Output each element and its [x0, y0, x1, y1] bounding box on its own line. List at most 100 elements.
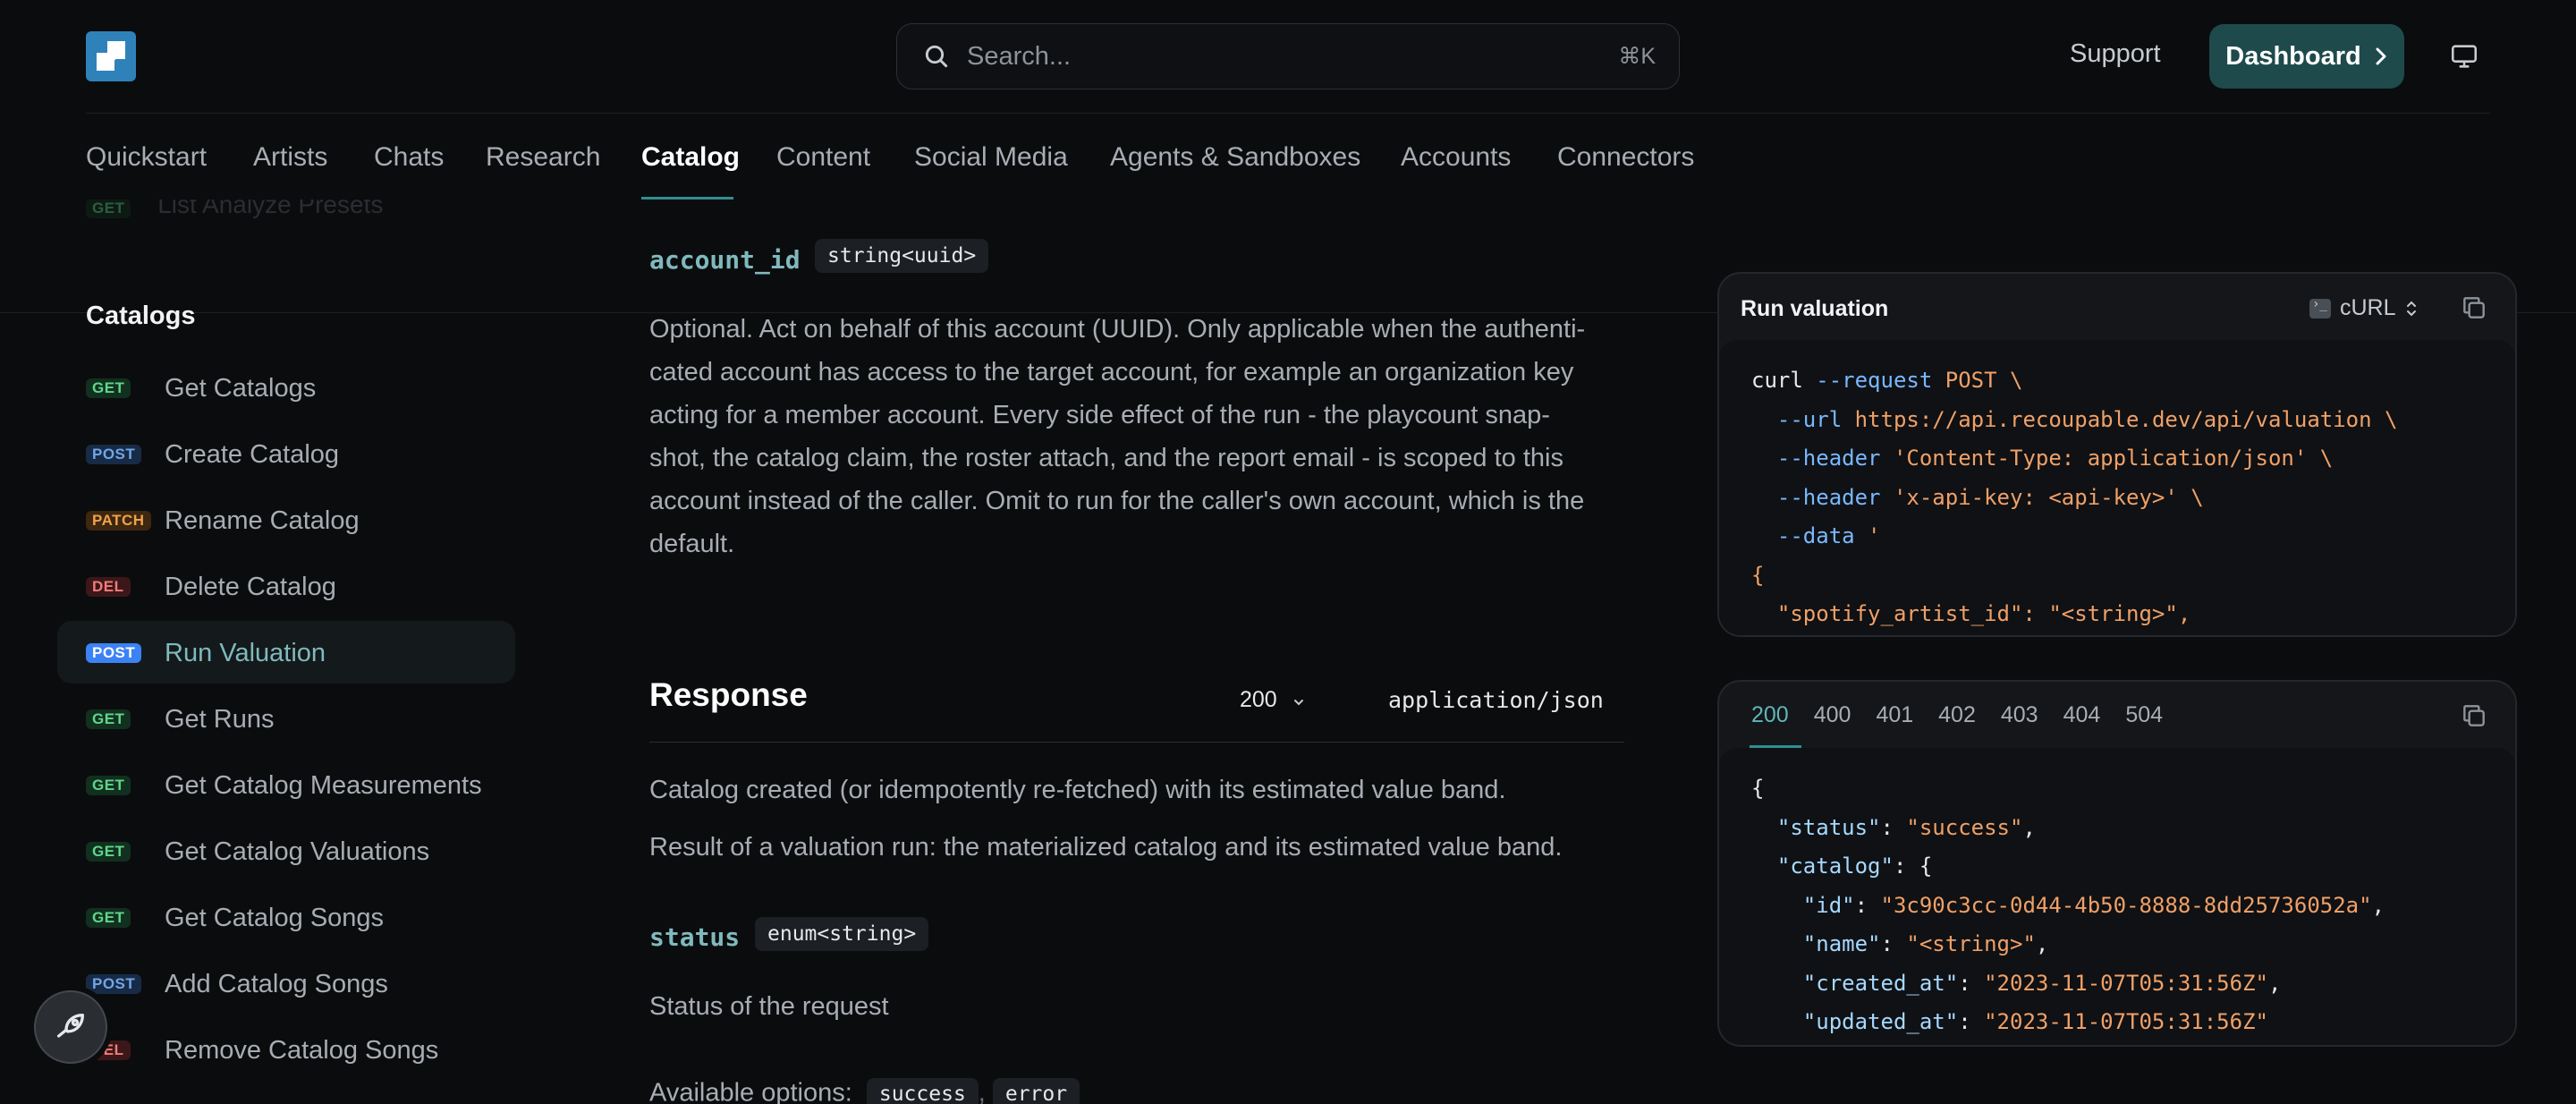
copy-icon[interactable] — [2460, 293, 2488, 322]
code-line: "id": "3c90c3cc-0d44-4b50-8888-8dd257360… — [1751, 887, 2515, 926]
sidebar-section-title: Catalogs — [86, 301, 196, 330]
code-line: --data ' — [1751, 517, 2515, 556]
sidebar-item-get-catalog-valuations[interactable]: GET Get Catalog Valuations — [57, 820, 515, 882]
code-token: : — [1854, 892, 1881, 918]
logo[interactable] — [86, 31, 136, 81]
tab-status-200[interactable]: 200 — [1719, 682, 1801, 748]
tab-research[interactable]: Research — [486, 142, 600, 173]
tab-status-401[interactable]: 401 — [1863, 682, 1926, 748]
response-code-select[interactable]: 200 — [1240, 687, 1305, 713]
tab-artists[interactable]: Artists — [253, 142, 327, 173]
tab-agents-sandboxes[interactable]: Agents & Sandboxes — [1110, 142, 1360, 173]
description-line: default. — [649, 530, 735, 558]
code-line: "name": "<string>", — [1751, 925, 2515, 964]
request-panel-title: Run valuation — [1741, 296, 1889, 321]
sidebar-item-label: Get Catalogs — [165, 374, 317, 403]
language-select[interactable]: cURL — [2309, 295, 2418, 321]
code-token: curl — [1751, 368, 1817, 393]
option-chip: error — [992, 1078, 1080, 1104]
response-code-value: 200 — [1240, 687, 1277, 712]
sidebar-item-rename-catalog[interactable]: PATCH Rename Catalog — [57, 488, 515, 551]
tab-status-402[interactable]: 402 — [1926, 682, 1988, 748]
status-field-description: Status of the request — [649, 992, 889, 1021]
sidebar-item-label: List Analyze Presets — [157, 200, 384, 218]
assistant-launcher-button[interactable] — [34, 990, 107, 1064]
code-token: "created_at" — [1751, 970, 1959, 996]
tab-status-400[interactable]: 400 — [1801, 682, 1864, 748]
method-badge: GET — [86, 776, 131, 795]
available-options-label: Available options: — [649, 1078, 852, 1104]
method-badge: GET — [86, 842, 131, 862]
description-line: shot, the catalog claim, the roster atta… — [649, 444, 1563, 472]
tab-accounts[interactable]: Accounts — [1401, 142, 1511, 173]
code-line: "updated_at": "2023-11-07T05:31:56Z" — [1751, 1003, 2515, 1042]
code-token: { — [1751, 562, 1765, 588]
code-token: --header — [1751, 446, 1881, 471]
response-description: Catalog created (or idempotently re-fetc… — [649, 776, 1506, 804]
description-line: Optional. Act on behalf of this account … — [649, 315, 1586, 344]
nav-tabs: Quickstart Artists Chats Research Catalo… — [0, 114, 2576, 313]
description-line: acting for a member account. Every side … — [649, 401, 1550, 429]
top-header: Search... ⌘K Support Dashboard — [0, 0, 2576, 113]
method-badge: DEL — [86, 577, 131, 597]
dashboard-button[interactable]: Dashboard — [2209, 24, 2404, 89]
sidebar-item-remove-catalog-songs[interactable]: DEL Remove Catalog Songs — [57, 1018, 515, 1081]
search-input[interactable]: Search... ⌘K — [896, 23, 1680, 89]
param-type: string<uuid> — [815, 239, 989, 273]
code-token: POST \ — [1932, 368, 2023, 393]
sidebar: GET List Analyze Presets Catalogs GET Ge… — [0, 200, 537, 1104]
sidebar-item-label: Get Runs — [165, 705, 275, 734]
option-chip: success — [866, 1078, 979, 1104]
sidebar-item-get-catalog-measurements[interactable]: GET Get Catalog Measurements — [57, 753, 515, 816]
sidebar-item-label: Remove Catalog Songs — [165, 1036, 439, 1065]
tab-social-media[interactable]: Social Media — [914, 142, 1068, 173]
code-token: "success" — [1906, 814, 2023, 840]
response-content-type: application/json — [1388, 687, 1604, 713]
dashboard-button-label: Dashboard — [2225, 41, 2361, 71]
tab-connectors[interactable]: Connectors — [1557, 142, 1694, 173]
code-token: : { — [1893, 853, 1933, 879]
method-badge: GET — [86, 200, 131, 218]
chevron-updown-icon — [2406, 301, 2416, 316]
support-link[interactable]: Support — [2070, 39, 2161, 69]
tab-status-404[interactable]: 404 — [2051, 682, 2114, 748]
monitor-icon[interactable] — [2449, 41, 2479, 72]
tab-catalog[interactable]: Catalog — [641, 142, 740, 173]
response-result-description: Result of a valuation run: the materiali… — [649, 833, 1563, 862]
sidebar-item-delete-catalog[interactable]: DEL Delete Catalog — [57, 555, 515, 617]
method-badge: POST — [86, 445, 142, 464]
sidebar-item-get-runs[interactable]: GET Get Runs — [57, 687, 515, 750]
sidebar-item-faded[interactable]: GET List Analyze Presets — [86, 200, 383, 219]
code-line: { — [1751, 769, 2515, 809]
response-example-panel: 200 400 401 402 403 404 504 { "status": "succe… — [1717, 680, 2517, 1047]
method-badge: POST — [86, 974, 142, 994]
code-token: 'x-api-key: <api-key>' \ — [1880, 484, 2204, 510]
sidebar-item-add-catalog-songs[interactable]: POST Add Catalog Songs — [57, 952, 515, 1015]
code-token: : — [1958, 970, 1985, 996]
sidebar-item-run-valuation[interactable]: POST Run Valuation — [57, 621, 515, 684]
tab-quickstart[interactable]: Quickstart — [86, 142, 207, 173]
response-code-tabs: 200 400 401 402 403 404 504 — [1719, 682, 2175, 748]
tab-status-403[interactable]: 403 — [1988, 682, 2051, 748]
tab-chats[interactable]: Chats — [374, 142, 444, 173]
sidebar-item-get-catalog-songs[interactable]: GET Get Catalog Songs — [57, 886, 515, 948]
sidebar-item-label: Get Catalog Songs — [165, 904, 385, 932]
sidebar-item-get-catalogs[interactable]: GET Get Catalogs — [57, 356, 515, 419]
copy-icon[interactable] — [2460, 701, 2488, 730]
sidebar-item-label: Delete Catalog — [165, 573, 336, 601]
code-token: : — [1958, 1009, 1985, 1034]
code-line: "status": "success", — [1751, 809, 2515, 848]
chevron-down-icon — [1293, 700, 1303, 706]
tab-status-504[interactable]: 504 — [2113, 682, 2175, 748]
search-icon — [925, 45, 948, 68]
tab-content[interactable]: Content — [776, 142, 870, 173]
response-divider — [649, 742, 1624, 743]
code-token: , — [2035, 931, 2049, 956]
code-token: , — [2371, 892, 2385, 918]
sidebar-item-create-catalog[interactable]: POST Create Catalog — [57, 422, 515, 485]
param-description: Optional. Act on behalf of this account … — [649, 308, 1624, 565]
code-token: --request — [1816, 368, 1933, 393]
terminal-icon — [2309, 297, 2331, 318]
code-token: , — [2022, 814, 2036, 840]
assistant-icon — [57, 1014, 85, 1038]
